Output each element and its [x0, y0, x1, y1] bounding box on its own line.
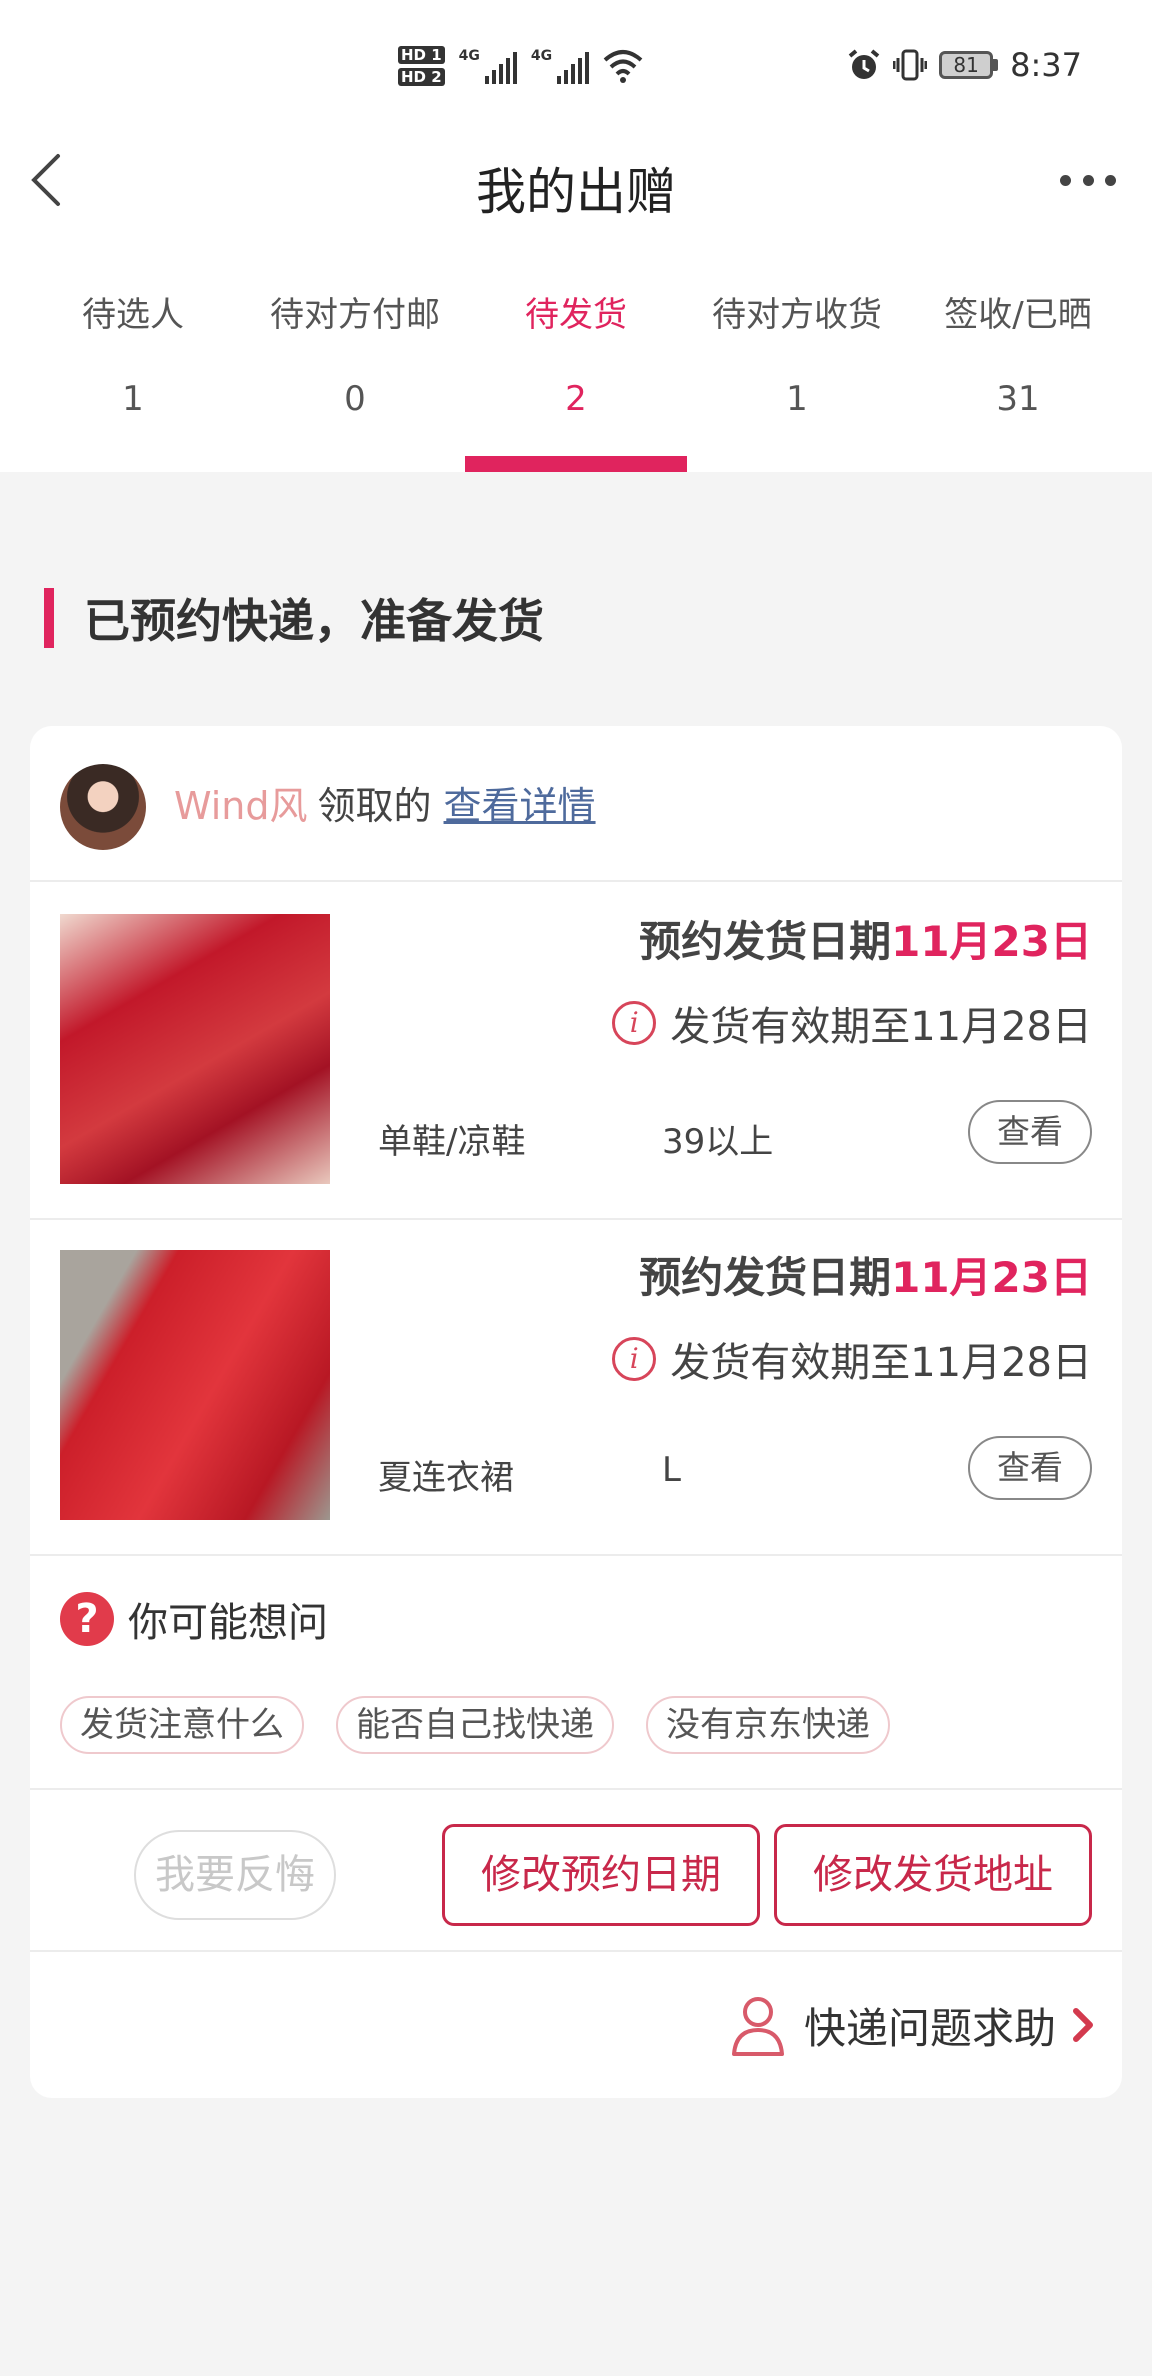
faq-title: 你可能想问	[128, 1600, 328, 1646]
view-details-link[interactable]: 查看详情	[444, 784, 596, 828]
ship-date-label: 预约发货日期	[639, 917, 892, 966]
view-button[interactable]: 查看	[968, 1436, 1092, 1500]
change-date-button[interactable]: 修改预约日期	[442, 1824, 760, 1926]
list-item: 预约发货日期11月23日 i 发货有效期至11月28日 单鞋/凉鞋 39以上 查…	[30, 884, 1122, 1220]
more-icon[interactable]	[1060, 170, 1116, 190]
battery-indicator: 81	[939, 51, 999, 79]
network-type-1: 4G	[458, 48, 480, 64]
tab-label: 签收/已晒	[944, 295, 1092, 335]
vibrate-icon	[893, 49, 928, 81]
question-icon: ?	[60, 1592, 114, 1646]
chevron-right-icon	[1073, 2008, 1093, 2042]
ship-date-value: 11月23日	[891, 1253, 1092, 1302]
status-right: 81 8:37	[847, 40, 1082, 90]
tab-awaiting-shipment[interactable]: 待发货 2	[465, 290, 687, 472]
nav-bar: 我的出赠	[0, 130, 1152, 230]
faq-chips: 发货注意什么 能否自己找快递 没有京东快递	[60, 1696, 890, 1754]
tab-label: 待选人	[82, 295, 184, 335]
courier-help-label: 快递问题求助	[803, 2003, 1056, 2053]
tab-count: 1	[786, 379, 808, 419]
active-tab-indicator	[465, 456, 687, 472]
faq-section: ? 你可能想问 发货注意什么 能否自己找快递 没有京东快递	[30, 1554, 1122, 1790]
hd-badges: HD 1 HD 2	[398, 46, 445, 86]
tab-count: 1	[122, 379, 144, 419]
tab-count: 2	[565, 379, 587, 419]
item-category: 夏连衣裙	[378, 1458, 514, 1498]
tab-awaiting-selection[interactable]: 待选人 1	[22, 290, 244, 472]
ship-date-line: 预约发货日期11月23日	[639, 908, 1092, 969]
courier-help-link[interactable]: 快递问题求助	[730, 1990, 1098, 2060]
status-bar: HD 1 HD 2 4G 4G 81 8:37	[0, 0, 1152, 130]
item-size: L	[662, 1450, 681, 1490]
ship-date-label: 预约发货日期	[639, 1253, 892, 1302]
card-header: Wind风 领取的 查看详情	[30, 726, 1122, 882]
tab-received[interactable]: 签收/已晒 31	[907, 290, 1129, 472]
claim-verb: 领取的	[317, 784, 432, 828]
tab-label: 待对方收货	[712, 295, 882, 335]
section-header: 已预约快递，准备发货	[44, 588, 544, 648]
validity-text: 发货有效期至11月28日	[670, 1004, 1092, 1050]
info-icon: i	[612, 1337, 657, 1381]
network-type-2: 4G	[530, 48, 553, 64]
signal-icon-2: 4G	[530, 48, 590, 84]
item-size: 39以上	[662, 1122, 774, 1162]
change-address-button[interactable]: 修改发货地址	[774, 1824, 1092, 1926]
network-indicators: HD 1 HD 2 4G 4G	[398, 36, 643, 96]
person-icon	[731, 1997, 784, 2056]
list-item: 预约发货日期11月23日 i 发货有效期至11月28日 夏连衣裙 L 查看	[30, 1220, 1122, 1556]
alarm-icon	[848, 49, 880, 79]
faq-title-row: ? 你可能想问	[60, 1590, 328, 1648]
tab-count: 0	[344, 379, 366, 419]
validity-line: i 发货有效期至11月28日	[612, 994, 1092, 1052]
wifi-icon	[603, 50, 643, 83]
validity-line: i 发货有效期至11月28日	[612, 1330, 1092, 1388]
signal-icon-1: 4G	[459, 48, 517, 84]
ship-date-value: 11月23日	[891, 917, 1092, 966]
avatar[interactable]	[60, 764, 146, 850]
shipment-card: Wind风 领取的 查看详情 预约发货日期11月23日 i 发货有效期至11月28日…	[30, 726, 1122, 2098]
item-image-dress[interactable]	[60, 1250, 330, 1520]
validity-text: 发货有效期至11月28日	[670, 1340, 1092, 1386]
view-button[interactable]: 查看	[968, 1100, 1092, 1164]
section-title: 已预约快递，准备发货	[84, 594, 544, 648]
action-bar: 我要反悔 修改预约日期 修改发货地址	[30, 1792, 1122, 1952]
info-icon: i	[612, 1001, 657, 1045]
tab-count: 31	[996, 379, 1040, 419]
tab-awaiting-receipt[interactable]: 待对方收货 1	[686, 290, 908, 472]
hd1-badge: HD 1	[398, 46, 445, 64]
page-title: 我的出赠	[476, 163, 676, 221]
claim-line: Wind风 领取的 查看详情	[174, 776, 596, 836]
hd2-badge: HD 2	[398, 68, 445, 86]
regret-button[interactable]: 我要反悔	[134, 1830, 336, 1920]
section-accent-bar	[44, 588, 54, 648]
item-category: 单鞋/凉鞋	[378, 1122, 526, 1162]
faq-chip-shipping-notes[interactable]: 发货注意什么	[60, 1696, 304, 1754]
tab-label: 待发货	[525, 295, 627, 335]
ship-date-line: 预约发货日期11月23日	[639, 1244, 1092, 1305]
clock: 8:37	[1010, 46, 1082, 84]
status-tabs: 待选人 1 待对方付邮 0 待发货 2 待对方收货 1 签收/已晒 31	[0, 290, 1152, 472]
faq-chip-own-courier[interactable]: 能否自己找快递	[336, 1696, 614, 1754]
battery-level: 81	[939, 51, 994, 79]
faq-chip-no-jd-express[interactable]: 没有京东快递	[646, 1696, 890, 1754]
item-image-shoes[interactable]	[60, 914, 330, 1184]
tab-awaiting-postage[interactable]: 待对方付邮 0	[244, 290, 466, 472]
tab-label: 待对方付邮	[270, 295, 440, 335]
recipient-username[interactable]: Wind风	[174, 784, 308, 828]
